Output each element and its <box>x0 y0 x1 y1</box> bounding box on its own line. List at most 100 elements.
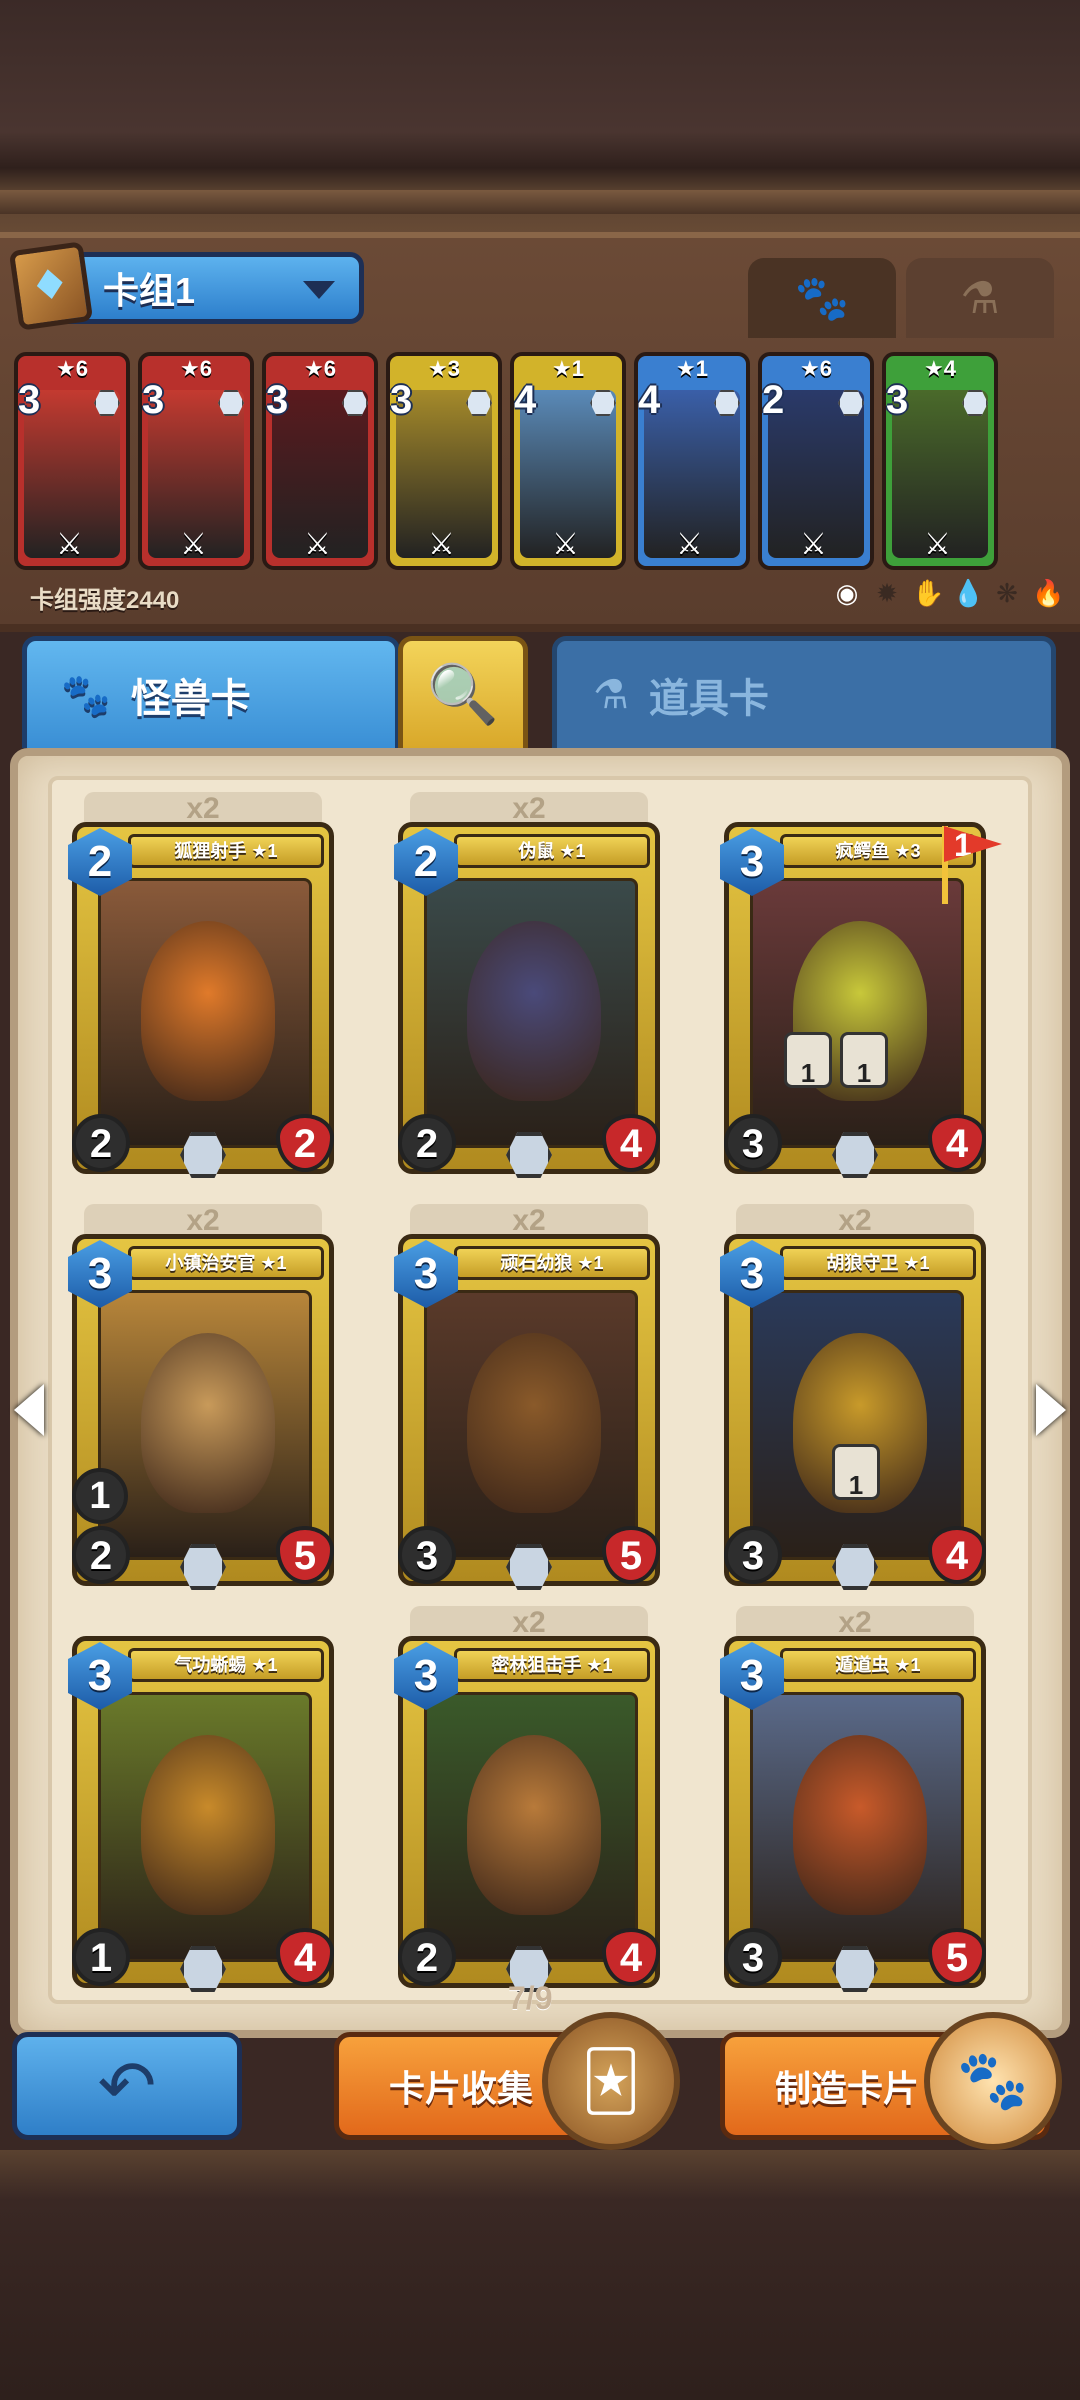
card-name: 顽石幼狼 ★1 <box>454 1246 650 1280</box>
slot-cost: 3 <box>886 378 909 422</box>
top-background <box>0 0 1080 240</box>
craft-card-label: 制造卡片 <box>775 2068 920 2109</box>
deck-slot-card[interactable]: ★6 3 ⚔ <box>138 352 254 570</box>
deck-book-icon <box>8 241 94 331</box>
card-collection-label: 卡片收集 <box>389 2068 534 2109</box>
tab-monster-cards[interactable]: 🐾 怪兽卡 <box>22 636 400 748</box>
card-name: 胡狼守卫 ★1 <box>780 1246 976 1280</box>
deck-slot-card[interactable]: ★1 4 ⚔ <box>634 352 750 570</box>
slot-cost: 4 <box>514 378 537 422</box>
card-art <box>424 1692 638 1962</box>
card-attack: 1 <box>72 1928 130 1986</box>
deck-slot-card[interactable]: ★3 3 ⚔ <box>386 352 502 570</box>
weapon-icon: ⚔ <box>428 528 455 561</box>
deck-slots: ★6 3 ⚔ ★6 3 ⚔ ★6 3 ⚔ ★3 3 ⚔ ★1 4 ⚔ ★1 4 ⚔ ★6 2 ⚔ ★4 3 ⚔ <box>14 352 1066 572</box>
card-art <box>750 878 964 1148</box>
deck-filter-bar: ◉ ✹ ✋ 💧 ❋ 🔥 <box>832 578 1065 609</box>
paw-icon: 🐾 <box>794 274 850 323</box>
potion-icon: ⚗ <box>960 273 1000 323</box>
tab-deck-monsters[interactable]: 🐾 <box>748 258 896 338</box>
weapon-icon: ⚔ <box>180 528 207 561</box>
weapon-icon: ⚔ <box>304 528 331 561</box>
creature-illustration <box>141 921 275 1101</box>
card-name: 遁道虫 ★1 <box>780 1648 976 1682</box>
creature-illustration <box>467 1333 601 1513</box>
craft-potion-emblem-icon[interactable]: 🐾 <box>924 2012 1062 2150</box>
back-arrow-icon: ↶ <box>97 2047 157 2125</box>
monster-card[interactable]: x2 密林狙击手 ★1 3 2 4 <box>394 1606 660 2024</box>
monster-card[interactable]: x2 伪鼠 ★1 2 2 4 <box>394 792 660 1210</box>
back-button[interactable]: ↶ <box>12 2032 242 2140</box>
slot-cost: 4 <box>638 378 661 422</box>
monster-card[interactable]: x2 胡狼守卫 ★1 3 3 4 1 <box>720 1204 986 1622</box>
deck-slot-card[interactable]: ★4 3 ⚔ <box>882 352 998 570</box>
card-dice-stat: 1 <box>72 1468 128 1524</box>
creature-illustration <box>793 1735 927 1915</box>
paw-icon: 🐾 <box>61 673 111 717</box>
card-name: 小镇治安官 ★1 <box>128 1246 324 1280</box>
slot-cost: 3 <box>266 378 289 422</box>
card-attack: 3 <box>724 1114 782 1172</box>
fire-filter-icon[interactable]: 🔥 <box>1032 578 1064 609</box>
weapon-icon: ⚔ <box>800 528 827 561</box>
deck-name: 卡组1 <box>103 270 196 311</box>
creature-illustration <box>141 1735 275 1915</box>
monster-card[interactable]: 气功蜥蜴 ★1 3 1 4 <box>68 1636 334 2024</box>
water-filter-icon[interactable]: 💧 <box>952 578 984 609</box>
weapon-icon: ⚔ <box>56 528 83 561</box>
ability-badge: 1 <box>832 1444 880 1500</box>
cat-filter-icon[interactable]: ✹ <box>872 578 902 609</box>
slot-cost: 3 <box>18 378 41 422</box>
card-art <box>98 878 312 1148</box>
search-icon: 🔍 <box>426 661 500 727</box>
card-collection-emblem-icon[interactable]: 🃏 <box>542 2012 680 2150</box>
hand-filter-icon[interactable]: ✋ <box>912 578 944 609</box>
weapon-icon: ⚔ <box>924 528 951 561</box>
chevron-down-icon <box>303 281 335 299</box>
potion-icon: ⚗ <box>593 672 629 717</box>
card-name: 伪鼠 ★1 <box>454 834 650 868</box>
card-name: 气功蜥蜴 ★1 <box>128 1648 324 1682</box>
card-art <box>98 1692 312 1962</box>
card-art <box>424 1290 638 1560</box>
slot-cost: 2 <box>762 378 785 422</box>
monster-card[interactable]: x2 小镇治安官 ★1 3 1 2 5 <box>68 1204 334 1622</box>
weapon-icon: ⚔ <box>676 528 703 561</box>
wing-filter-icon[interactable]: ❋ <box>992 578 1022 609</box>
tab-item-cards[interactable]: ⚗ 道具卡 <box>552 636 1056 748</box>
monster-card[interactable]: x2 遁道虫 ★1 3 3 5 <box>720 1606 986 2024</box>
creature-illustration <box>141 1333 275 1513</box>
ability-badge: 1 <box>784 1032 832 1088</box>
tab-item-label: 道具卡 <box>648 676 769 721</box>
card-art <box>424 878 638 1148</box>
creature-illustration <box>467 1735 601 1915</box>
card-attack: 3 <box>724 1928 782 1986</box>
card-name: 密林狙击手 ★1 <box>454 1648 650 1682</box>
card-art <box>98 1290 312 1560</box>
deck-slot-card[interactable]: ★6 2 ⚔ <box>758 352 874 570</box>
card-attack: 3 <box>398 1526 456 1584</box>
deck-slot-card[interactable]: ★1 4 ⚔ <box>510 352 626 570</box>
page-indicator: 7/9 <box>508 1980 553 2016</box>
monster-card[interactable]: x2 狐狸射手 ★1 2 2 2 <box>68 792 334 1210</box>
creature-illustration <box>467 921 601 1101</box>
tab-deck-items[interactable]: ⚗ <box>906 258 1054 338</box>
slot-cost: 3 <box>390 378 413 422</box>
search-button[interactable]: 🔍 <box>398 636 528 748</box>
tab-monster-label: 怪兽卡 <box>130 676 251 721</box>
deck-power: 卡组强度2440 <box>30 587 180 614</box>
neutral-filter-icon[interactable]: ◉ <box>832 578 862 609</box>
deck-slot-card[interactable]: ★6 3 ⚔ <box>14 352 130 570</box>
monster-card[interactable]: 疯鳄鱼 ★3 3 3 4 1 1 1 <box>720 822 1002 1210</box>
card-attack: 2 <box>398 1928 456 1986</box>
card-art <box>750 1692 964 1962</box>
slot-cost: 3 <box>142 378 165 422</box>
monster-card[interactable]: x2 顽石幼狼 ★1 3 3 5 <box>394 1204 660 1622</box>
next-page-arrow[interactable] <box>1036 1384 1066 1436</box>
card-attack: 3 <box>724 1526 782 1584</box>
card-attack: 2 <box>72 1526 130 1584</box>
prev-page-arrow[interactable] <box>14 1384 44 1436</box>
card-attack: 2 <box>72 1114 130 1172</box>
ability-badge: 1 <box>840 1032 888 1088</box>
deck-slot-card[interactable]: ★6 3 ⚔ <box>262 352 378 570</box>
